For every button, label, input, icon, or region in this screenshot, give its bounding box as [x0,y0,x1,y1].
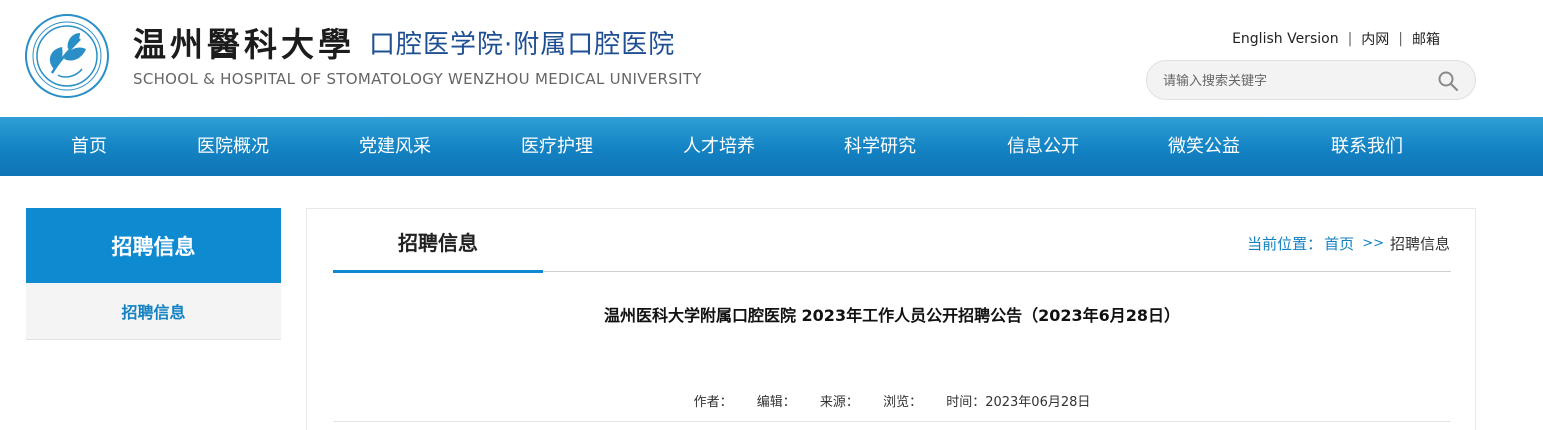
breadcrumb-home-link[interactable]: 首页 [1324,233,1354,254]
site-header: 温州醫科大學 口腔医学院·附属口腔医院 SCHOOL & HOSPITAL OF… [0,0,1543,117]
meta-editor: 编辑： [756,395,796,410]
article-meta: 作者： 编辑： 来源： 浏览： 时间：2023年06月28日 [333,391,1451,410]
email-link[interactable]: 邮箱 [1412,29,1440,49]
content-panel: 招聘信息 当前位置： 首页 >> 招聘信息 温州医科大学附属口腔医院 2023年… [306,208,1476,430]
sidebar-item-recruitment[interactable]: 招聘信息 [26,283,281,340]
divider [333,421,1451,422]
top-links: English Version | 内网 | 邮箱 [1232,29,1440,49]
section-tab-underline [333,270,543,273]
nav-item-party[interactable]: 党建风采 [359,117,431,176]
school-english-name: SCHOOL & HOSPITAL OF STOMATOLOGY WENZHOU… [133,70,702,88]
search-icon[interactable] [1437,70,1459,92]
site-logo-title[interactable]: 温州醫科大學 口腔医学院·附属口腔医院 [133,22,676,64]
sidebar: 招聘信息 招聘信息 [26,208,281,340]
nav-item-home[interactable]: 首页 [71,117,107,176]
nav-item-talent[interactable]: 人才培养 [683,117,755,176]
university-name: 温州醫科大學 [133,25,355,64]
nav-item-charity[interactable]: 微笑公益 [1168,117,1240,176]
link-divider: | [1398,31,1403,47]
article-title: 温州医科大学附属口腔医院 2023年工作人员公开招聘公告（2023年6月28日） [603,306,1181,325]
search-input[interactable] [1163,70,1423,92]
breadcrumb-current: 招聘信息 [1389,235,1450,253]
meta-time: 时间：2023年06月28日 [946,395,1091,410]
intranet-link[interactable]: 内网 [1361,29,1389,49]
nav-item-info[interactable]: 信息公开 [1007,117,1079,176]
meta-author: 作者： [693,395,733,410]
meta-views: 浏览： [883,395,923,410]
nav-item-research[interactable]: 科学研究 [844,117,916,176]
university-emblem-icon[interactable] [24,13,110,99]
meta-source: 来源： [819,395,859,410]
english-version-link[interactable]: English Version [1232,31,1338,47]
section-tab: 招聘信息 [398,230,478,255]
breadcrumb: 当前位置： 首页 >> 招聘信息 [1247,233,1450,254]
nav-item-overview[interactable]: 医院概况 [197,117,269,176]
main-nav: 首页 医院概况 党建风采 医疗护理 人才培养 科学研究 信息公开 微笑公益 联系… [0,117,1543,176]
nav-item-contact[interactable]: 联系我们 [1331,117,1403,176]
sidebar-title: 招聘信息 [26,208,281,283]
nav-item-medical[interactable]: 医疗护理 [521,117,593,176]
breadcrumb-prefix: 当前位置： [1247,235,1323,253]
breadcrumb-separator: >> [1362,236,1384,251]
link-divider: | [1347,31,1353,47]
search-box [1146,60,1476,100]
school-name: 口腔医学院·附属口腔医院 [369,29,676,60]
